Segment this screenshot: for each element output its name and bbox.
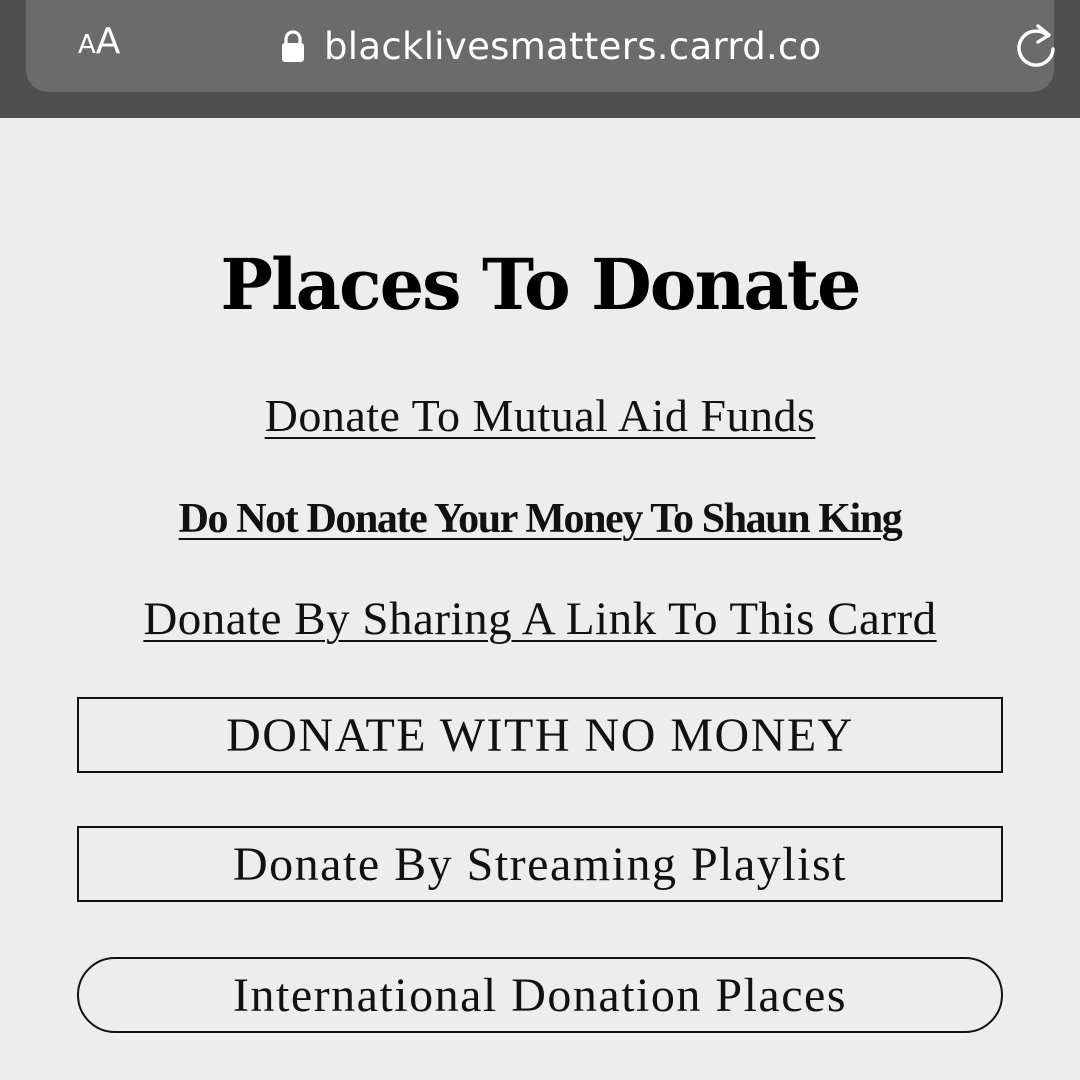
url-text: blacklivesmatters.carrd.co xyxy=(324,24,822,68)
mutual-aid-link[interactable]: Donate To Mutual Aid Funds xyxy=(0,393,1080,439)
lock-icon xyxy=(282,30,304,62)
share-link[interactable]: Donate By Sharing A Link To This Carrd xyxy=(0,596,1080,643)
url-display[interactable]: blacklivesmatters.carrd.co xyxy=(280,22,822,70)
international-donation-button[interactable]: International Donation Places xyxy=(77,957,1003,1033)
donate-no-money-button[interactable]: DONATE WITH NO MONEY xyxy=(77,697,1003,773)
reload-icon[interactable] xyxy=(1012,20,1060,72)
address-bar[interactable]: AA blacklivesmatters.carrd.co xyxy=(26,0,1055,92)
browser-toolbar: AA blacklivesmatters.carrd.co xyxy=(0,0,1080,118)
text-size-button[interactable]: AA xyxy=(78,24,120,60)
page-title: Places To Donate xyxy=(220,243,861,326)
text-size-small-glyph: A xyxy=(78,30,96,60)
streaming-playlist-button[interactable]: Donate By Streaming Playlist xyxy=(77,826,1003,902)
shaun-king-warning-link[interactable]: Do Not Donate Your Money To Shaun King xyxy=(0,498,1080,540)
text-size-big-glyph: A xyxy=(95,21,121,62)
